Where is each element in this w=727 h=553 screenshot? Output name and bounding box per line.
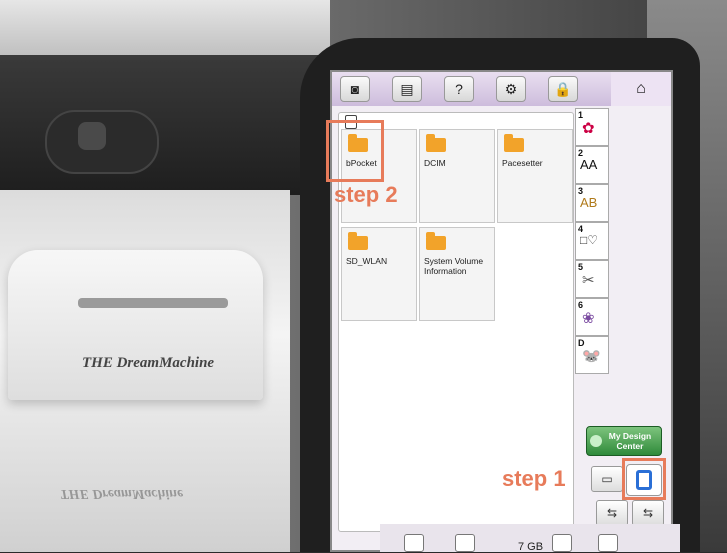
lock-icon[interactable]: 🔒 (548, 76, 578, 102)
category-button-1[interactable]: 1 ✿ (575, 108, 609, 146)
folder-label: System Volume Information (424, 256, 484, 276)
usb-port-1-button[interactable]: ⇆ (596, 500, 628, 526)
sewing-machine-icon: ▭ (601, 472, 613, 486)
font-icon: AA (580, 157, 598, 172)
camera-icon[interactable]: ◙ (340, 76, 370, 102)
decorative-font-icon: AB (580, 195, 598, 210)
step1-label: step 1 (502, 466, 566, 491)
folder-pacesetter[interactable]: Pacesetter (497, 129, 573, 223)
save-icon[interactable] (552, 534, 572, 552)
toolbar: ◙ ▤ ? ⚙ 🔒 ⌂ (332, 72, 671, 106)
window-background (0, 0, 330, 60)
folder-dcim[interactable]: DCIM (419, 129, 495, 223)
home-button[interactable]: ⌂ (611, 72, 671, 106)
usb-icon: ⇆ (642, 506, 654, 520)
home-icon: ⌂ (636, 80, 646, 97)
document-icon[interactable]: ▤ (392, 76, 422, 102)
step2-label: step 2 (334, 182, 398, 207)
settings-icon[interactable]: ⚙ (496, 76, 526, 102)
frame-icon: □♡ (580, 233, 599, 247)
folder-icon (426, 232, 446, 250)
category-button-4[interactable]: 4 □♡ (575, 222, 609, 260)
folder-label: Pacesetter (502, 158, 543, 168)
category-button-5[interactable]: 5 ✂ (575, 260, 609, 298)
brand-reflection: THE DreamMachine (60, 486, 184, 501)
machine-memory-button[interactable]: ▭ (591, 466, 623, 492)
folder-sd-wlan[interactable]: SD_WLAN (341, 227, 417, 321)
folder-icon (348, 232, 368, 250)
usb-port-2-button[interactable]: ⇆ (632, 500, 664, 526)
step1-highlight (622, 458, 666, 500)
category-button-disney[interactable]: D 🐭 (575, 336, 609, 374)
storage-capacity: 7 GB (518, 541, 544, 553)
delete-icon[interactable] (404, 534, 424, 552)
next-icon[interactable] (598, 534, 618, 552)
step2-highlight (326, 120, 384, 182)
my-design-center-button[interactable]: My Design Center (586, 426, 662, 456)
mickey-icon: 🐭 (582, 348, 601, 365)
floral-icon: ❀ (582, 310, 595, 327)
machine-brand-label: THE DreamMachine (82, 355, 215, 371)
category-button-3[interactable]: 3 AB (575, 184, 609, 222)
help-icon[interactable]: ? (444, 76, 474, 102)
category-button-2[interactable]: 2 AA (575, 146, 609, 184)
folder-system-volume-information[interactable]: System Volume Information (419, 227, 495, 321)
storage-icon (455, 534, 475, 552)
machine-button (78, 122, 106, 150)
embroidery-unit (8, 250, 263, 400)
folder-label: DCIM (424, 158, 446, 168)
flower-icon: ✿ (582, 120, 595, 137)
folder-label: SD_WLAN (346, 256, 388, 266)
usb-icon: ⇆ (606, 506, 618, 520)
folder-icon (426, 134, 446, 152)
design-center-icon (590, 435, 602, 447)
category-button-6[interactable]: 6 ❀ (575, 298, 609, 336)
folder-icon (504, 134, 524, 152)
card-slot (78, 298, 228, 308)
pattern-icon: ✂ (582, 272, 595, 289)
